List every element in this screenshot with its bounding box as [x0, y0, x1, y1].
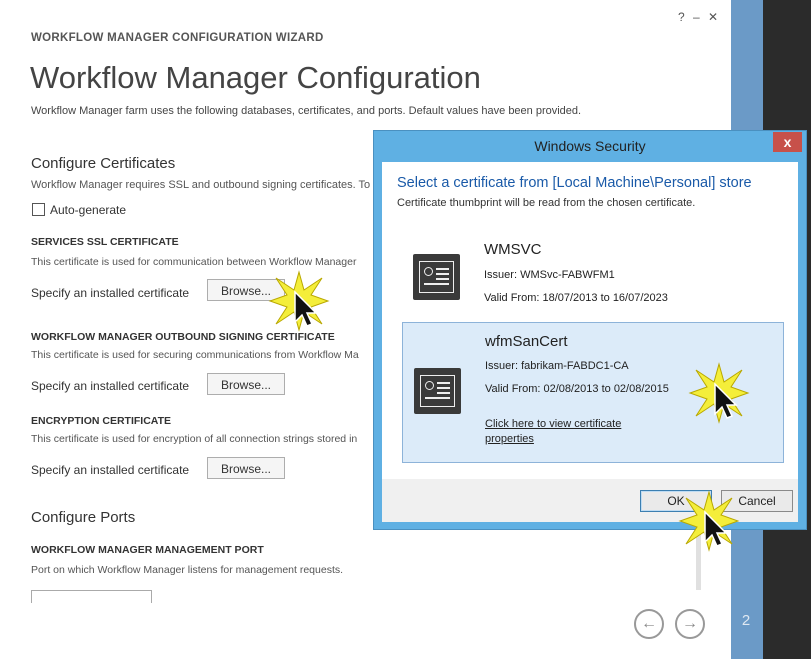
minimize-button[interactable]: – [693, 10, 700, 24]
certificates-heading: Configure Certificates [31, 155, 176, 172]
click-burst-icon [268, 270, 330, 332]
click-burst-icon [688, 362, 750, 424]
management-port-title: WORKFLOW MANAGER MANAGEMENT PORT [31, 544, 264, 556]
view-certificate-properties-link[interactable]: Click here to view certificate propertie… [485, 417, 655, 447]
page-description: Workflow Manager farm uses the following… [31, 105, 582, 117]
dialog-heading: Select a certificate from [Local Machine… [397, 175, 752, 191]
certificate-valid: Valid From: 02/08/2013 to 02/08/2015 [485, 383, 669, 395]
certificate-issuer: Issuer: WMSvc-FABWFM1 [484, 269, 615, 281]
next-arrow-icon[interactable]: → [675, 609, 705, 639]
encryption-cert-label: Specify an installed certificate [31, 463, 190, 477]
close-button[interactable]: ✕ [708, 10, 718, 24]
signing-cert-label: Specify an installed certificate [31, 379, 190, 393]
certificate-issuer: Issuer: fabrikam-FABDC1-CA [485, 360, 629, 372]
certificate-item-wmsvc[interactable]: WMSVC Issuer: WMSvc-FABWFM1 Valid From: … [402, 238, 784, 316]
ports-heading: Configure Ports [31, 509, 136, 526]
back-arrow-icon[interactable]: ← [634, 609, 664, 639]
ssl-cert-label: Specify an installed certificate [31, 286, 190, 300]
wizard-breadcrumb: WORKFLOW MANAGER CONFIGURATION WIZARD [31, 32, 324, 44]
certificate-name: WMSVC [484, 241, 542, 258]
click-burst-icon [678, 490, 740, 552]
encryption-browse-button[interactable]: Browse... [207, 457, 285, 479]
auto-generate-checkbox[interactable] [32, 203, 45, 216]
encryption-cert-description: This certificate is used for encryption … [31, 433, 358, 445]
windows-security-dialog: Windows Security x Select a certificate … [373, 130, 807, 530]
auto-generate-label: Auto-generate [50, 203, 127, 217]
management-port-input[interactable] [31, 590, 152, 603]
management-port-description: Port on which Workflow Manager listens f… [31, 564, 344, 576]
dialog-subheading: Certificate thumbprint will be read from… [397, 197, 696, 209]
certificate-name: wfmSanCert [485, 333, 568, 350]
certificates-description: Workflow Manager requires SSL and outbou… [31, 179, 371, 191]
dialog-body: Select a certificate from [Local Machine… [382, 162, 798, 522]
page-number: 2 [741, 612, 751, 629]
encryption-cert-title: ENCRYPTION CERTIFICATE [31, 415, 172, 427]
dialog-title: Windows Security [534, 138, 646, 154]
help-button[interactable]: ? [678, 10, 685, 24]
page-title: Workflow Manager Configuration [30, 60, 481, 95]
signing-cert-description: This certificate is used for securing co… [31, 349, 359, 361]
certificate-icon [414, 368, 461, 414]
signing-cert-title: WORKFLOW MANAGER OUTBOUND SIGNING CERTIF… [31, 331, 335, 343]
certificate-valid: Valid From: 18/07/2013 to 16/07/2023 [484, 292, 668, 304]
dialog-close-button[interactable]: x [773, 132, 802, 152]
signing-browse-button[interactable]: Browse... [207, 373, 285, 395]
certificate-icon [413, 254, 460, 300]
ssl-cert-title: SERVICES SSL CERTIFICATE [31, 236, 179, 248]
ssl-cert-description: This certificate is used for communicati… [31, 256, 357, 268]
